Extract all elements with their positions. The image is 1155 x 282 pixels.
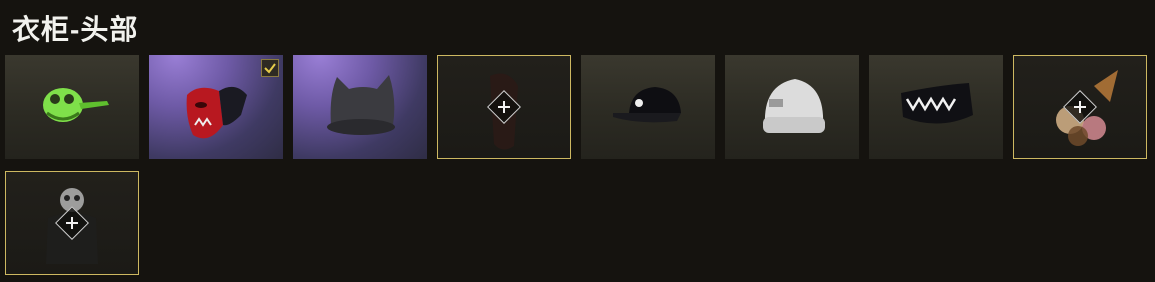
wardrobe-item-white-knit-beanie[interactable] [725,55,859,159]
cat-ear-beanie-icon [327,75,395,135]
wardrobe-item-gray-cat-ear-beanie[interactable] [293,55,427,159]
page-title: 衣柜-头部 [12,14,139,45]
wardrobe-item-shark-teeth-face-mask[interactable] [869,55,1003,159]
wardrobe-item-green-animal-mask[interactable] [5,55,139,159]
knit-beanie-icon [763,79,825,133]
green-animal-mask-icon [43,88,109,122]
shark-mask-icon [901,83,973,124]
equipped-check-icon [261,59,279,77]
wardrobe-item-dark-hair-item[interactable] [437,55,571,159]
wardrobe-item-black-baseball-cap[interactable] [581,55,715,159]
wardrobe-item-panda-head[interactable] [5,171,139,275]
baseball-cap-icon [613,87,681,123]
wardrobe-item-ice-cream-cone-hat[interactable] [1013,55,1147,159]
wardrobe-item-red-oni-mask[interactable] [149,55,283,159]
